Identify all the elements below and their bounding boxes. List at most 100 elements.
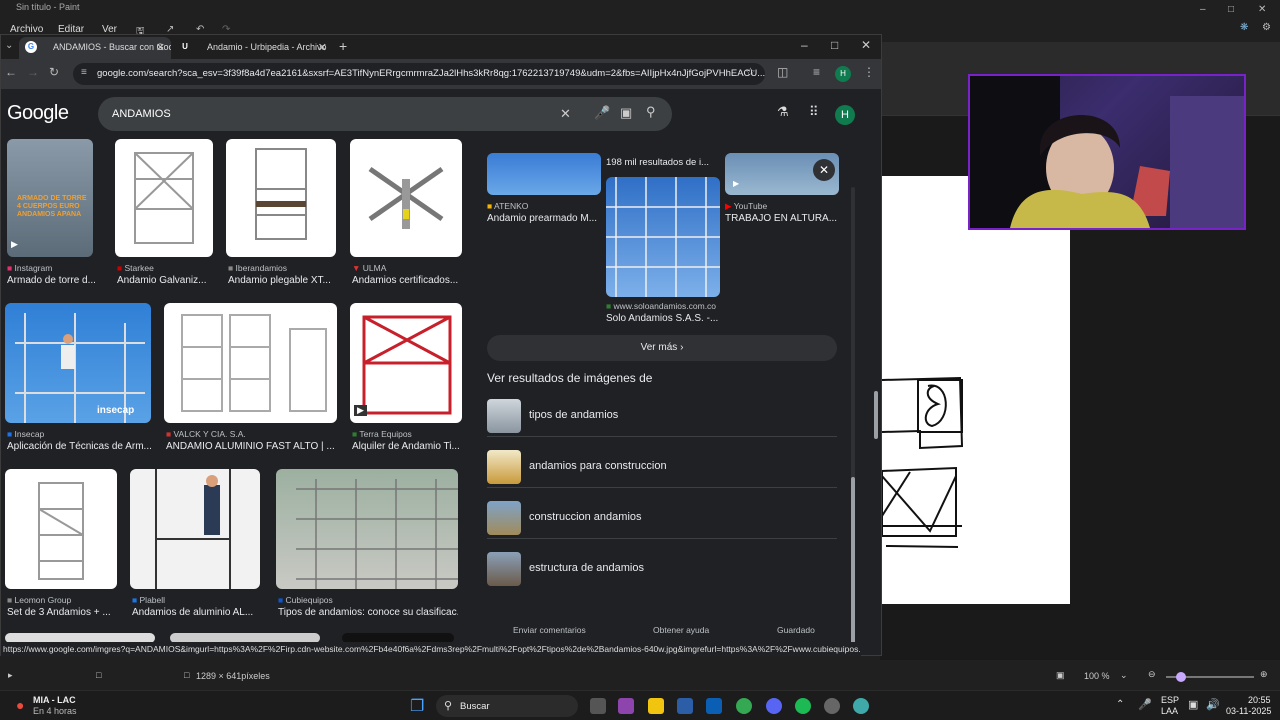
chevron-down-icon[interactable]: ⌄ bbox=[1120, 670, 1128, 681]
outlook-icon[interactable] bbox=[706, 698, 722, 714]
result-image-8[interactable] bbox=[5, 469, 117, 589]
task-view-icon[interactable] bbox=[590, 698, 606, 714]
result-caption[interactable]: Andamio Galvaniz... bbox=[117, 275, 213, 286]
close-preview-icon[interactable]: ✕ bbox=[813, 159, 835, 181]
zoom-slider-thumb[interactable] bbox=[1176, 672, 1186, 682]
result-source[interactable]: ■ Starkee bbox=[117, 263, 154, 273]
result-caption[interactable]: Set de 3 Andamios + ... bbox=[7, 607, 117, 618]
chrome-icon[interactable] bbox=[736, 698, 752, 714]
settings-icon[interactable]: ⚙ bbox=[1262, 22, 1271, 33]
minimize-icon[interactable]: – bbox=[1200, 4, 1206, 15]
result-caption[interactable]: Andamio plegable XT... bbox=[228, 275, 336, 286]
result-image-10[interactable] bbox=[276, 469, 458, 589]
discord-icon[interactable] bbox=[766, 698, 782, 714]
result-source[interactable]: ■ www.soloandamios.com.co bbox=[606, 301, 716, 311]
result-source[interactable]: ■ ATENKO bbox=[487, 201, 528, 211]
windows-start-icon[interactable]: ❐ bbox=[410, 696, 424, 716]
extensions-icon[interactable]: ◫ bbox=[777, 65, 788, 79]
google-logo[interactable]: Google bbox=[7, 102, 69, 125]
close-icon[interactable]: ✕ bbox=[861, 38, 871, 52]
minimize-icon[interactable]: – bbox=[801, 38, 808, 52]
mic-icon[interactable]: 🎤 bbox=[594, 105, 610, 121]
result-source[interactable]: ■ Terra Equipos bbox=[352, 429, 412, 439]
preview-image-atenko[interactable] bbox=[487, 153, 601, 195]
volume-icon[interactable]: 🔊 bbox=[1206, 698, 1220, 711]
related-search-item[interactable]: construccion andamios bbox=[487, 499, 837, 539]
result-caption[interactable]: Tipos de andamios: conoce su clasificac.… bbox=[278, 607, 458, 618]
result-source[interactable]: ▼ ULMA bbox=[352, 263, 386, 273]
pane-scrollbar[interactable] bbox=[851, 187, 855, 643]
clock-date[interactable]: 03-11-2025 bbox=[1226, 706, 1271, 716]
maximize-icon[interactable]: □ bbox=[1228, 4, 1234, 15]
result-caption[interactable]: Andamios certificados... bbox=[352, 275, 462, 286]
fit-icon[interactable]: ▣ bbox=[1056, 670, 1065, 681]
apps-grid-icon[interactable]: ⠿ bbox=[809, 104, 819, 120]
result-caption[interactable]: Solo Andamios S.A.S. -... bbox=[606, 313, 720, 324]
language-code[interactable]: ESP bbox=[1161, 695, 1179, 705]
taskbar-search[interactable]: ⚲ Buscar bbox=[436, 695, 578, 717]
chevron-up-icon[interactable]: ⌃ bbox=[1116, 699, 1124, 710]
result-caption[interactable]: Andamio prearmado M... bbox=[487, 213, 599, 224]
mic-icon[interactable]: 🎤 bbox=[1138, 698, 1152, 711]
labs-flask-icon[interactable]: ⚗ bbox=[777, 104, 789, 120]
address-bar[interactable]: ≡ google.com/search?sca_esv=3f39f8a4d7ea… bbox=[73, 63, 765, 85]
close-icon[interactable]: ✕ bbox=[1258, 4, 1266, 15]
zoom-slider[interactable] bbox=[1166, 672, 1254, 682]
clear-icon[interactable]: ✕ bbox=[560, 106, 571, 122]
reload-icon[interactable]: ↻ bbox=[49, 65, 59, 79]
weather-icon[interactable]: ● bbox=[16, 697, 24, 713]
page-scrollbar-thumb[interactable] bbox=[874, 391, 878, 439]
feedback-link[interactable]: Enviar comentarios bbox=[513, 625, 586, 635]
help-link[interactable]: Obtener ayuda bbox=[653, 625, 709, 635]
search-input[interactable]: ANDAMIOS ✕ 🎤 ▣ ⚲ bbox=[98, 97, 672, 131]
page-scrollbar[interactable] bbox=[873, 139, 879, 643]
result-source[interactable]: ■ Instagram bbox=[7, 263, 52, 273]
result-caption[interactable]: Alquiler de Andamio Ti... bbox=[352, 441, 462, 452]
result-source[interactable]: ■ Leomon Group bbox=[7, 595, 71, 605]
account-avatar[interactable]: H bbox=[835, 105, 855, 125]
search-icon[interactable]: ⚲ bbox=[646, 104, 656, 120]
file-explorer-icon[interactable] bbox=[648, 698, 664, 714]
result-image-3[interactable] bbox=[226, 139, 336, 257]
preview-image-soloandamios[interactable] bbox=[606, 177, 720, 297]
zoom-in-icon[interactable]: ⊕ bbox=[1260, 669, 1268, 680]
copilot-app-icon[interactable] bbox=[618, 698, 634, 714]
clock-time[interactable]: 20:55 bbox=[1248, 695, 1271, 705]
result-caption[interactable]: ANDAMIO ALUMINIO FAST ALTO | ... bbox=[166, 441, 336, 452]
result-source[interactable]: ■ Insecap bbox=[7, 429, 44, 439]
result-caption[interactable]: Aplicación de Técnicas de Arm... bbox=[7, 441, 151, 452]
result-caption[interactable]: Andamios de aluminio AL... bbox=[132, 607, 258, 618]
lens-icon[interactable]: ▣ bbox=[620, 105, 632, 121]
tab-google-search[interactable]: G ANDAMIOS - Buscar con Googl ✕ bbox=[19, 37, 171, 59]
spotify-icon[interactable] bbox=[795, 698, 811, 714]
result-image-2[interactable] bbox=[115, 139, 213, 257]
app-icon[interactable] bbox=[853, 698, 869, 714]
result-source[interactable]: ■ Cubiequipos bbox=[278, 595, 333, 605]
zoom-level[interactable]: 100 % bbox=[1084, 671, 1110, 681]
related-search-item[interactable]: estructura de andamios bbox=[487, 550, 837, 590]
zoom-out-icon[interactable]: ⊖ bbox=[1148, 669, 1156, 680]
back-icon[interactable]: ← bbox=[5, 65, 17, 79]
result-image-1[interactable]: ARMADO DE TORRE 4 CUERPOS EURO ANDAMIOS … bbox=[7, 139, 93, 257]
obs-icon[interactable] bbox=[824, 698, 840, 714]
result-source[interactable]: ■ VALCK Y CIA. S.A. bbox=[166, 429, 246, 439]
result-source[interactable]: ▶ YouTube bbox=[725, 201, 767, 212]
tab-urbipedia[interactable]: U Andamio - Urbipedia - Archivo ✕ bbox=[173, 37, 333, 59]
menu-icon[interactable]: ⋮ bbox=[863, 65, 875, 79]
bookmark-star-icon[interactable]: ☆ bbox=[745, 65, 756, 79]
forward-icon[interactable]: → bbox=[27, 65, 39, 79]
related-search-item[interactable]: andamios para construccion bbox=[487, 448, 837, 488]
result-image-6[interactable] bbox=[164, 303, 337, 423]
site-info-icon[interactable]: ≡ bbox=[81, 67, 87, 78]
weather-title[interactable]: MIA - LAC bbox=[33, 695, 76, 705]
language-layout[interactable]: LAA bbox=[1161, 706, 1178, 716]
close-tab-icon[interactable]: ✕ bbox=[318, 41, 327, 54]
result-image-5[interactable]: insecap bbox=[5, 303, 151, 423]
copilot-icon[interactable]: ❋ bbox=[1240, 22, 1248, 33]
reading-list-icon[interactable]: ≡ bbox=[813, 65, 820, 79]
result-caption[interactable]: TRABAJO EN ALTURA... bbox=[725, 213, 837, 224]
result-source[interactable]: ■ Iberandamios bbox=[228, 263, 287, 273]
profile-avatar[interactable]: H bbox=[835, 66, 851, 82]
close-tab-icon[interactable]: ✕ bbox=[156, 41, 165, 54]
saved-link[interactable]: Guardado bbox=[777, 625, 815, 635]
